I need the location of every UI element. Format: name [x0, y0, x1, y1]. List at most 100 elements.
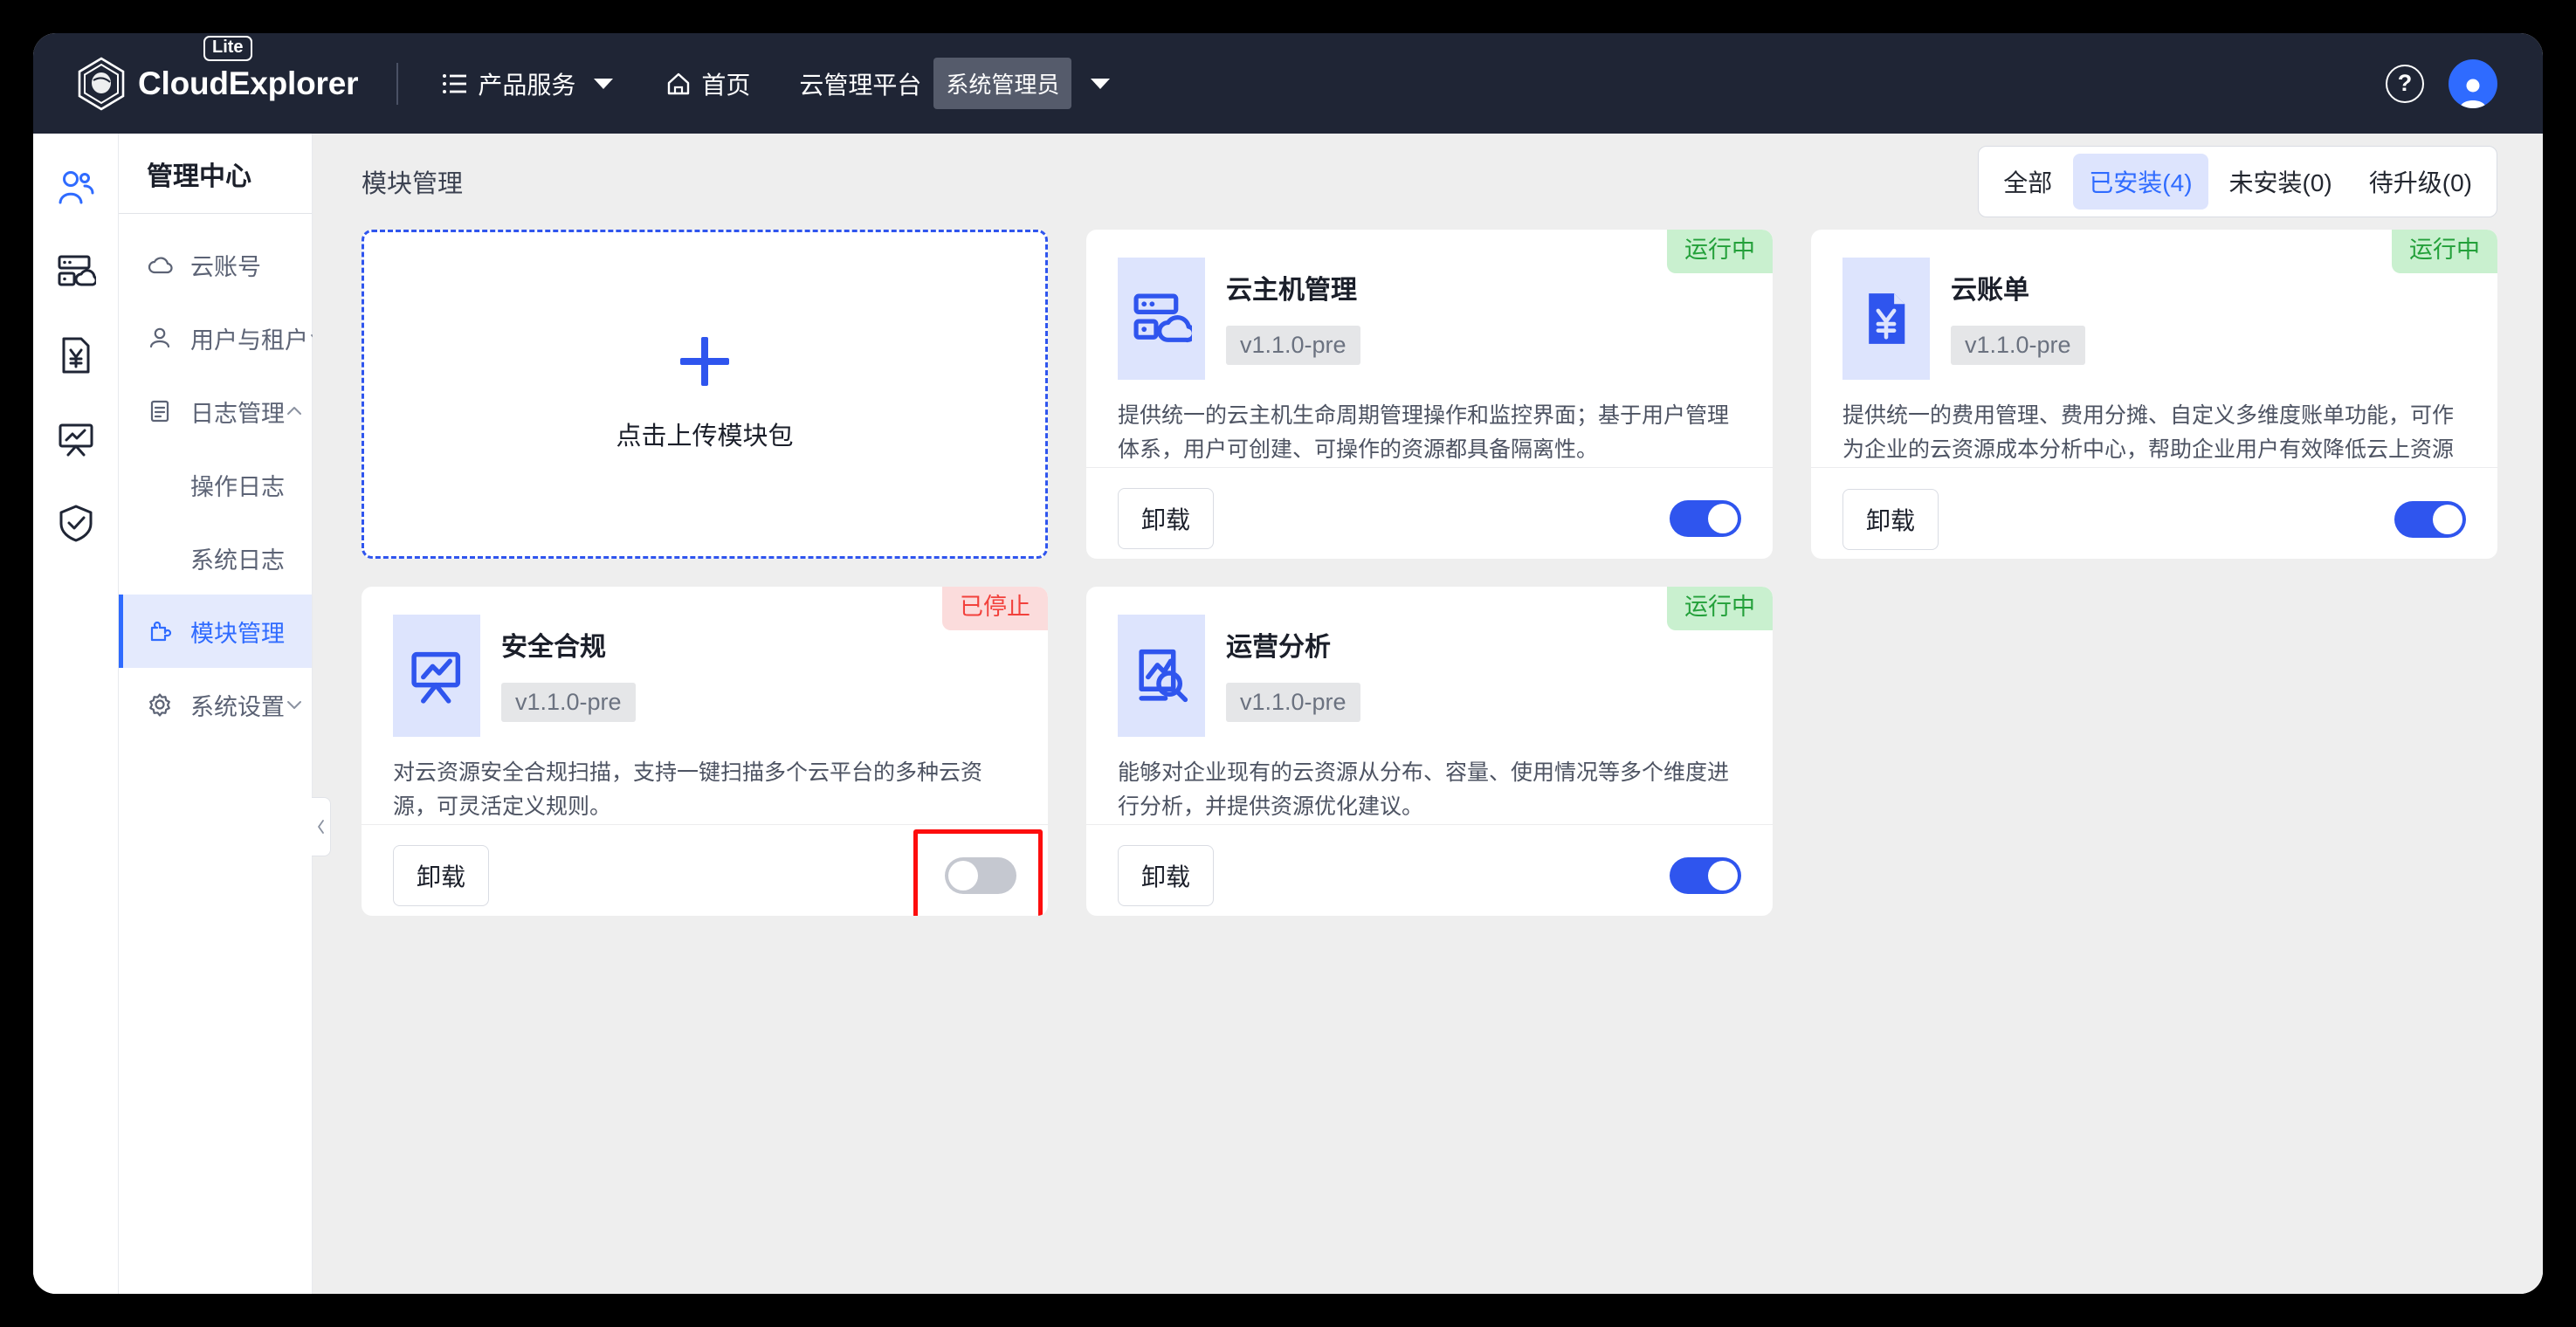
topbar-divider — [396, 62, 399, 105]
uninstall-button[interactable]: 卸载 — [1118, 845, 1215, 906]
sidebar-item-module-management[interactable]: 模块管理 — [119, 595, 312, 668]
module-enable-toggle[interactable] — [1670, 500, 1741, 537]
module-filter-tabs: 全部 已安装(4) 未安装(0) 待升级(0) — [1978, 146, 2497, 217]
module-enable-toggle[interactable] — [1670, 857, 1741, 894]
help-icon[interactable]: ? — [2386, 64, 2424, 103]
sidebar-item-label: 云账号 — [190, 253, 261, 280]
lite-badge: Lite — [203, 35, 252, 61]
tab-upgradable[interactable]: 待升级(0) — [2353, 154, 2488, 210]
module-card: 运行中 — [1086, 587, 1773, 916]
sidebar-item-label: 系统设置 — [190, 693, 285, 720]
rail-item-user-group[interactable] — [53, 165, 99, 210]
toggle-knob — [1708, 504, 1738, 533]
sidebar-item-system-log[interactable]: 系统日志 — [119, 521, 312, 595]
user-avatar-icon — [2460, 79, 2486, 108]
app-window: CloudExplorer Lite 产品服务 首页 云管理平台 系统管理员 ?… — [33, 33, 2543, 1294]
rail-item-bill[interactable] — [53, 333, 99, 378]
module-description: 提供统一的费用管理、费用分摊、自定义多维度账单功能，可作为企业的云资源成本分析中… — [1842, 403, 2455, 462]
module-version: v1.1.0-pre — [501, 683, 636, 722]
page-title: 模块管理 — [362, 170, 464, 198]
chevron-up-icon — [285, 401, 304, 422]
module-card-footer: 卸载 — [1811, 467, 2497, 559]
shield-check-icon — [59, 505, 92, 542]
chevron-down-icon — [594, 78, 614, 89]
chart-board-icon — [59, 423, 93, 457]
sidebar-item-label: 系统日志 — [190, 547, 285, 574]
module-name: 安全合规 — [501, 633, 606, 662]
uninstall-button[interactable]: 卸载 — [1842, 488, 1939, 550]
top-bar: CloudExplorer Lite 产品服务 首页 云管理平台 系统管理员 ? — [33, 33, 2543, 134]
brand-name: CloudExplorer — [138, 65, 359, 101]
top-nav: 产品服务 首页 云管理平台 系统管理员 — [428, 58, 1111, 110]
app-body: 管理中心 云账号 用户与租户 日志管理 操作日志 系统日志 模块管理 系统设置 … — [33, 134, 2543, 1294]
platform-label: 云管理平台 — [799, 71, 922, 99]
module-card-grid: 点击上传模块包 运行中 云主机管理 v1.1.0-pre 提供统一的云主机生命周… — [313, 230, 2543, 1294]
module-enable-toggle[interactable] — [945, 857, 1016, 894]
module-name: 云主机管理 — [1226, 276, 1357, 305]
module-card: 已停止 安全合规 v1.1.0-pre 对云资源安全合规扫描，支持一键扫描多个云… — [362, 587, 1048, 916]
sidebar-item-users-tenants[interactable]: 用户与租户 — [119, 301, 325, 375]
uninstall-button[interactable]: 卸载 — [1118, 488, 1215, 549]
nav-item-home-label: 首页 — [701, 71, 751, 99]
sidebar-collapse-handle[interactable] — [312, 797, 331, 856]
sidebar-item-label: 日志管理 — [190, 400, 285, 427]
sidebar-item-cloud-account[interactable]: 云账号 — [119, 228, 312, 301]
module-toggle-wrap — [913, 829, 1043, 916]
status-badge: 运行中 — [1667, 230, 1773, 273]
nav-item-products[interactable]: 产品服务 — [428, 58, 627, 110]
module-card: 运行中 — [1086, 230, 1773, 559]
tab-all[interactable]: 全部 — [1987, 154, 2068, 210]
tab-not-installed[interactable]: 未安装(0) — [2214, 154, 2348, 210]
topbar-right-actions: ? — [2386, 58, 2508, 108]
module-toggle-wrap — [1670, 857, 1741, 894]
cloudexplorer-logo-icon — [78, 56, 125, 111]
cloud-icon — [145, 250, 175, 279]
module-version: v1.1.0-pre — [1951, 326, 2085, 365]
module-enable-toggle[interactable] — [2394, 500, 2466, 538]
sidebar-item-label: 用户与租户 — [190, 327, 308, 354]
chevron-left-icon — [317, 820, 324, 834]
chevron-down-icon — [1091, 78, 1111, 89]
report-search-icon — [1118, 615, 1205, 737]
module-description: 提供统一的云主机生命周期管理操作和监控界面；基于用户管理体系，用户可创建、可操作… — [1118, 403, 1730, 462]
toggle-knob — [1708, 861, 1738, 890]
content-area: 模块管理 全部 已安装(4) 未安装(0) 待升级(0) 点击上传模块包 运行中 — [313, 134, 2543, 1294]
puzzle-icon — [145, 616, 175, 646]
sidebar-item-system-settings[interactable]: 系统设置 — [119, 668, 312, 741]
log-doc-icon — [145, 396, 175, 426]
rail-item-analytics[interactable] — [53, 416, 99, 462]
upload-module-label: 点击上传模块包 — [616, 422, 794, 450]
sidebar-item-operation-log[interactable]: 操作日志 — [119, 448, 312, 521]
sidebar-title: 管理中心 — [119, 134, 312, 214]
plus-icon — [680, 336, 729, 386]
rail-item-security[interactable] — [53, 500, 99, 546]
module-name: 云账单 — [1951, 276, 2029, 305]
platform-switcher[interactable]: 云管理平台 系统管理员 — [787, 58, 1111, 110]
icon-rail — [33, 134, 119, 1294]
upload-module-card[interactable]: 点击上传模块包 — [362, 230, 1048, 559]
gear-icon — [145, 690, 175, 719]
module-toggle-wrap — [2394, 500, 2466, 538]
module-card-footer: 卸载 — [1086, 823, 1773, 917]
user-icon — [145, 323, 175, 353]
toggle-knob — [2433, 504, 2462, 534]
user-group-icon — [59, 171, 93, 204]
nav-item-home[interactable]: 首页 — [651, 58, 764, 110]
module-card-footer: 卸载 — [1086, 466, 1773, 560]
avatar[interactable] — [2449, 58, 2497, 108]
tab-installed[interactable]: 已安装(4) — [2073, 154, 2208, 210]
module-description: 对云资源安全合规扫描，支持一键扫描多个云平台的多种云资源，可灵活定义规则。 — [393, 760, 983, 819]
content-header: 模块管理 全部 已安装(4) 未安装(0) 待升级(0) — [313, 134, 2543, 230]
status-badge: 已停止 — [942, 587, 1048, 630]
status-badge: 运行中 — [1667, 587, 1773, 630]
brand-logo[interactable]: CloudExplorer Lite — [77, 35, 359, 111]
module-toggle-wrap — [1670, 500, 1741, 537]
rail-item-server-cloud[interactable] — [53, 249, 99, 294]
module-version: v1.1.0-pre — [1226, 326, 1360, 365]
module-description: 能够对企业现有的云资源从分布、容量、使用情况等多个维度进行分析，并提供资源优化建… — [1118, 760, 1730, 819]
sidebar-item-log-management[interactable]: 日志管理 — [119, 375, 312, 448]
home-icon — [668, 72, 690, 94]
sidebar: 管理中心 云账号 用户与租户 日志管理 操作日志 系统日志 模块管理 系统设置 — [119, 134, 331, 1294]
uninstall-button[interactable]: 卸载 — [393, 845, 490, 906]
bill-yen-icon — [1842, 258, 1930, 380]
